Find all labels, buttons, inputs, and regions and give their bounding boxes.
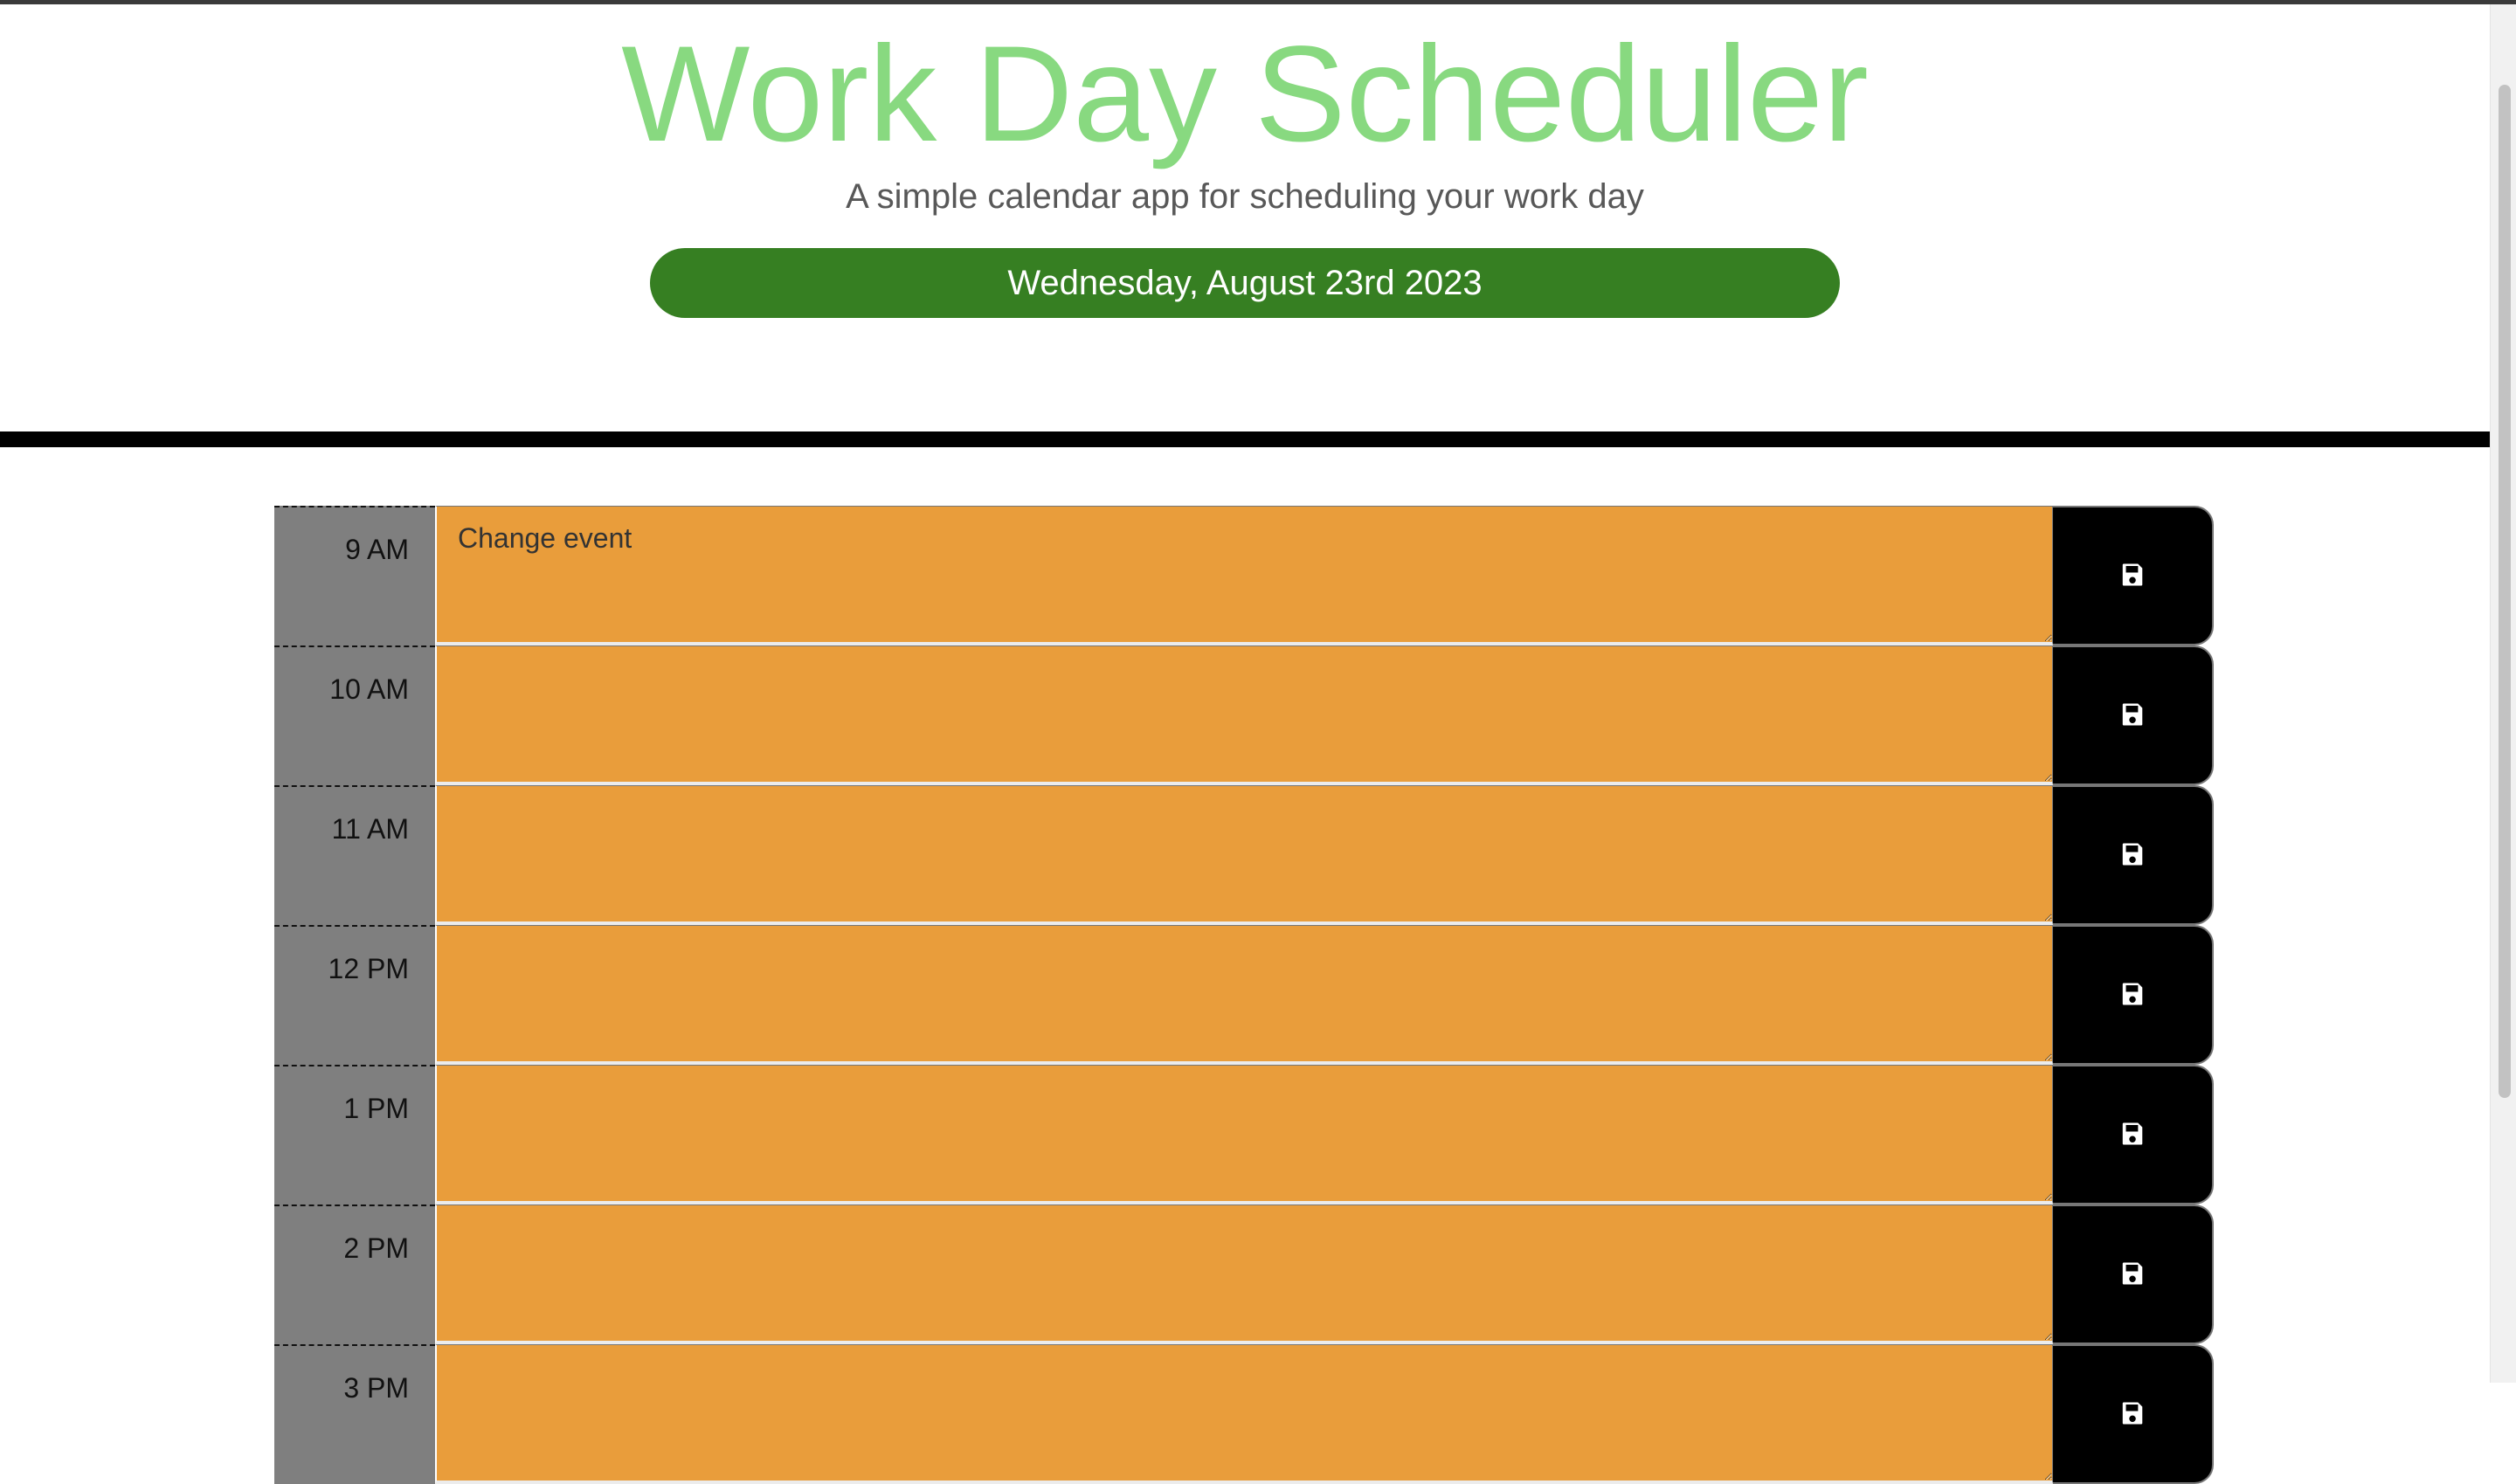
floppy-disk-icon [2119, 841, 2146, 870]
event-description-input[interactable] [435, 1344, 2053, 1484]
vertical-scrollbar[interactable] [2490, 4, 2516, 1383]
time-block: 9 AM Change event [274, 506, 2214, 645]
save-button[interactable] [2053, 506, 2214, 645]
hour-label: 2 PM [274, 1204, 435, 1344]
floppy-disk-icon [2119, 981, 2146, 1010]
event-description-input[interactable] [435, 1065, 2053, 1204]
hour-label: 12 PM [274, 925, 435, 1065]
hour-label: 9 AM [274, 506, 435, 645]
event-description-input[interactable] [435, 925, 2053, 1065]
time-block: 2 PM [274, 1204, 2214, 1344]
hour-label: 1 PM [274, 1065, 435, 1204]
page-title: Work Day Scheduler [621, 18, 1869, 170]
floppy-disk-icon [2119, 562, 2146, 590]
hour-label: 11 AM [274, 785, 435, 925]
event-description-input[interactable]: Change event [435, 506, 2053, 645]
page: Work Day Scheduler A simple calendar app… [0, 4, 2490, 1484]
floppy-disk-icon [2119, 1260, 2146, 1289]
time-block: 11 AM [274, 785, 2214, 925]
save-button[interactable] [2053, 1204, 2214, 1344]
event-description-input[interactable] [435, 1204, 2053, 1344]
hour-label: 10 AM [274, 645, 435, 785]
scrollbar-thumb[interactable] [2499, 85, 2511, 1098]
time-block: 10 AM [274, 645, 2214, 785]
time-block: 1 PM [274, 1065, 2214, 1204]
header: Work Day Scheduler A simple calendar app… [0, 4, 2490, 438]
current-day-badge: Wednesday, August 23rd 2023 [650, 248, 1840, 318]
event-description-input[interactable] [435, 785, 2053, 925]
save-button[interactable] [2053, 785, 2214, 925]
header-divider [0, 431, 2490, 447]
page-subtitle: A simple calendar app for scheduling you… [846, 177, 1644, 216]
event-description-input[interactable] [435, 645, 2053, 785]
time-block: 3 PM [274, 1344, 2214, 1484]
hour-label: 3 PM [274, 1344, 435, 1484]
save-button[interactable] [2053, 1065, 2214, 1204]
floppy-disk-icon [2119, 1121, 2146, 1149]
floppy-disk-icon [2119, 1400, 2146, 1429]
save-button[interactable] [2053, 925, 2214, 1065]
save-button[interactable] [2053, 645, 2214, 785]
time-block: 12 PM [274, 925, 2214, 1065]
save-button[interactable] [2053, 1344, 2214, 1484]
floppy-disk-icon [2119, 701, 2146, 730]
time-block-list: 9 AM Change event 10 AM 11 AM 12 PM 1 PM… [274, 506, 2214, 1484]
